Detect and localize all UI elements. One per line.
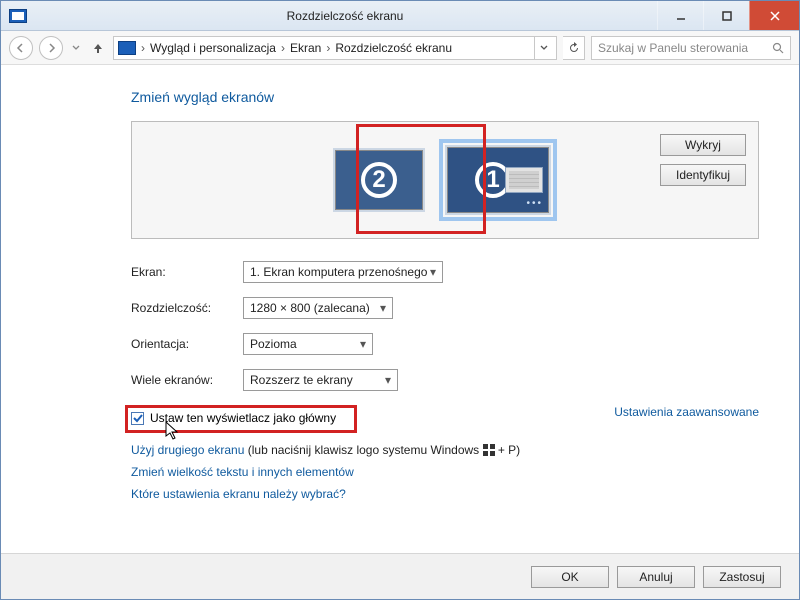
orientation-select[interactable]: Pozioma ▾ [243, 333, 373, 355]
highlight-box [125, 405, 357, 433]
multiple-displays-label: Wiele ekranów: [131, 373, 243, 387]
minimize-button[interactable] [657, 1, 703, 30]
detect-button[interactable]: Wykryj [660, 134, 746, 156]
title-bar: Rozdzielczość ekranu [1, 1, 799, 31]
screen-label: Ekran: [131, 265, 243, 279]
app-icon [9, 9, 27, 23]
chevron-right-icon: › [323, 41, 333, 55]
identify-button[interactable]: Identyfikuj [660, 164, 746, 186]
chevron-down-icon: ▾ [380, 301, 386, 315]
use-second-screen-link[interactable]: Użyj drugiego ekranu [131, 443, 244, 457]
apply-button[interactable]: Zastosuj [703, 566, 781, 588]
cursor-icon [165, 421, 181, 441]
control-panel-icon [118, 41, 136, 55]
keyboard-icon [505, 167, 543, 193]
resolution-label: Rozdzielczość: [131, 301, 243, 315]
chevron-right-icon: › [278, 41, 288, 55]
text-size-link[interactable]: Zmień wielkość tekstu i innych elementów [131, 465, 354, 479]
cancel-button[interactable]: Anuluj [617, 566, 695, 588]
multiple-displays-select[interactable]: Rozszerz te ekrany ▾ [243, 369, 398, 391]
search-input[interactable]: Szukaj w Panelu sterowania [591, 36, 791, 60]
maximize-button[interactable] [703, 1, 749, 30]
window-title: Rozdzielczość ekranu [33, 9, 657, 23]
chevron-down-icon: ▾ [430, 265, 436, 279]
dialog-footer: OK Anuluj Zastosuj [1, 553, 799, 599]
breadcrumb-item[interactable]: Ekran [290, 41, 321, 55]
up-button[interactable] [89, 39, 107, 57]
advanced-settings-link[interactable]: Ustawienia zaawansowane [614, 405, 759, 429]
history-dropdown[interactable] [69, 45, 83, 51]
display-arrangement-box: 2 1 ••• Wykryj Identyfikuj [131, 121, 759, 239]
which-settings-link[interactable]: Które ustawienia ekranu należy wybrać? [131, 487, 346, 501]
chevron-down-icon: ▾ [360, 337, 366, 351]
page-title: Zmień wygląd ekranów [131, 89, 759, 105]
close-button[interactable] [749, 1, 799, 30]
chevron-right-icon: › [138, 41, 148, 55]
resolution-select[interactable]: 1280 × 800 (zalecana) ▾ [243, 297, 393, 319]
refresh-button[interactable] [563, 36, 585, 60]
back-button[interactable] [9, 36, 33, 60]
breadcrumb-item[interactable]: Wygląd i personalizacja [150, 41, 276, 55]
taskbar-icon: ••• [526, 198, 543, 209]
orientation-label: Orientacja: [131, 337, 243, 351]
forward-button[interactable] [39, 36, 63, 60]
ok-button[interactable]: OK [531, 566, 609, 588]
windows-logo-icon [483, 444, 495, 456]
project-link-line: Użyj drugiego ekranu (lub naciśnij klawi… [131, 443, 759, 457]
breadcrumb-dropdown[interactable] [534, 37, 552, 59]
breadcrumb-item[interactable]: Rozdzielczość ekranu [335, 41, 452, 55]
search-placeholder: Szukaj w Panelu sterowania [598, 41, 772, 55]
content-area: Zmień wygląd ekranów 2 1 ••• Wykryj Iden… [1, 65, 799, 515]
search-icon [772, 42, 784, 54]
navigation-bar: › Wygląd i personalizacja › Ekran › Rozd… [1, 31, 799, 65]
highlight-box [356, 124, 486, 234]
chevron-down-icon: ▾ [385, 373, 391, 387]
screen-select[interactable]: 1. Ekran komputera przenośnego ▾ [243, 261, 443, 283]
breadcrumb[interactable]: › Wygląd i personalizacja › Ekran › Rozd… [113, 36, 557, 60]
